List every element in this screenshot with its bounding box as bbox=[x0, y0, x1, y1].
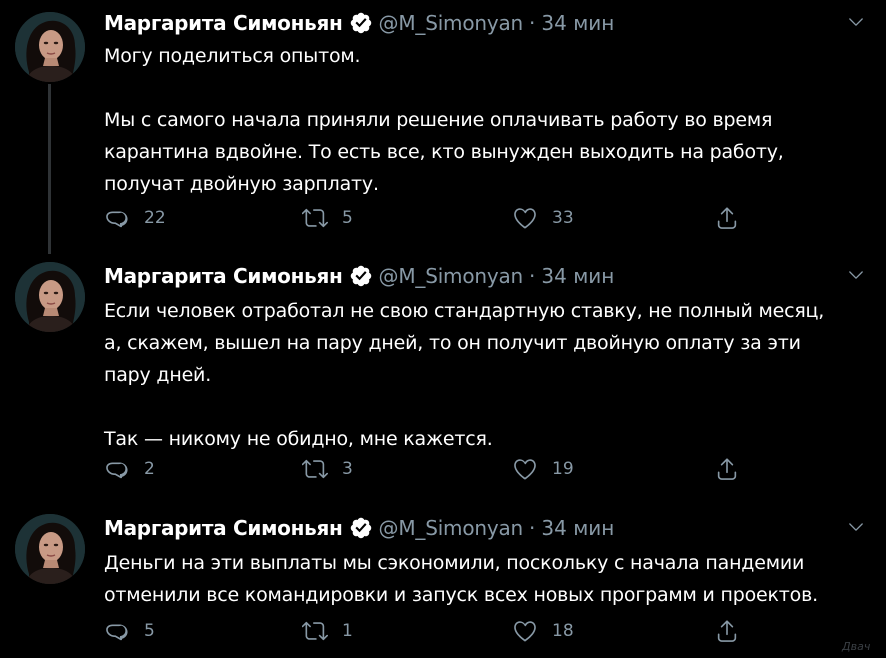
reply-icon bbox=[104, 205, 130, 231]
verified-badge-icon bbox=[349, 264, 373, 288]
tweet-paragraph: Если человек отработал не свою стандартн… bbox=[104, 300, 825, 386]
avatar-photo bbox=[15, 12, 85, 82]
watermark: Двач bbox=[842, 640, 871, 653]
heart-icon bbox=[512, 618, 538, 644]
thread-line bbox=[48, 84, 51, 254]
verified-badge-icon bbox=[349, 11, 373, 35]
chevron-down-icon[interactable] bbox=[846, 12, 866, 32]
retweet-button[interactable]: 3 bbox=[302, 454, 353, 484]
share-icon bbox=[714, 618, 740, 644]
chevron-down-icon[interactable] bbox=[846, 265, 866, 285]
tweet-header: Маргарита Симоньян @M_Simonyan · 34 мин bbox=[104, 8, 614, 38]
like-button[interactable]: 19 bbox=[512, 454, 574, 484]
chevron-down-icon[interactable] bbox=[846, 517, 866, 537]
timestamp[interactable]: 34 мин bbox=[541, 11, 614, 35]
tweet-paragraph: Так — никому не обидно, мне кажется. bbox=[104, 428, 493, 450]
separator: · bbox=[529, 11, 536, 35]
tweet-text: Могу поделиться опытом. Мы с самого нача… bbox=[104, 40, 864, 200]
retweet-count: 5 bbox=[342, 208, 353, 228]
share-button[interactable] bbox=[714, 454, 740, 484]
reply-count: 5 bbox=[144, 621, 155, 641]
tweet-actions: 5 1 18 bbox=[104, 616, 744, 646]
author-name[interactable]: Маргарита Симоньян bbox=[104, 516, 343, 540]
verified-badge-icon bbox=[349, 516, 373, 540]
separator: · bbox=[529, 264, 536, 288]
separator: · bbox=[529, 516, 536, 540]
tweet-paragraph: Мы с самого начала приняли решение оплач… bbox=[104, 109, 784, 195]
author-name[interactable]: Маргарита Симоньян bbox=[104, 264, 343, 288]
tweet-header: Маргарита Симоньян @M_Simonyan · 34 мин bbox=[104, 513, 614, 543]
tweet-text: Если человек отработал не свою стандартн… bbox=[104, 295, 864, 455]
like-count: 18 bbox=[552, 621, 574, 641]
reply-button[interactable]: 5 bbox=[104, 616, 155, 646]
timestamp[interactable]: 34 мин bbox=[541, 516, 614, 540]
tweet-header: Маргарита Симоньян @M_Simonyan · 34 мин bbox=[104, 261, 614, 291]
retweet-button[interactable]: 1 bbox=[302, 616, 353, 646]
reply-icon bbox=[104, 618, 130, 644]
tweet-paragraph: Могу поделиться опытом. bbox=[104, 45, 361, 67]
reply-button[interactable]: 22 bbox=[104, 203, 166, 233]
retweet-count: 3 bbox=[342, 459, 353, 479]
author-handle[interactable]: @M_Simonyan bbox=[379, 264, 524, 288]
reply-count: 22 bbox=[144, 208, 166, 228]
share-icon bbox=[714, 456, 740, 482]
heart-icon bbox=[512, 456, 538, 482]
tweet[interactable]: Маргарита Симоньян @M_Simonyan · 34 мин … bbox=[0, 0, 886, 254]
like-count: 19 bbox=[552, 459, 574, 479]
share-icon bbox=[714, 205, 740, 231]
author-handle[interactable]: @M_Simonyan bbox=[379, 516, 524, 540]
tweet-actions: 2 3 19 bbox=[104, 454, 744, 484]
reply-count: 2 bbox=[144, 459, 155, 479]
heart-icon bbox=[512, 205, 538, 231]
author-name[interactable]: Маргарита Симоньян bbox=[104, 11, 343, 35]
like-count: 33 bbox=[552, 208, 574, 228]
tweet[interactable]: Маргарита Симоньян @M_Simonyan · 34 мин … bbox=[0, 254, 886, 504]
share-button[interactable] bbox=[714, 616, 740, 646]
like-button[interactable]: 33 bbox=[512, 203, 574, 233]
retweet-button[interactable]: 5 bbox=[302, 203, 353, 233]
tweet-text: Деньги на эти выплаты мы сэкономили, пос… bbox=[104, 547, 864, 611]
retweet-count: 1 bbox=[342, 621, 353, 641]
retweet-icon bbox=[302, 618, 328, 644]
retweet-icon bbox=[302, 456, 328, 482]
like-button[interactable]: 18 bbox=[512, 616, 574, 646]
avatar-photo bbox=[15, 514, 85, 584]
avatar[interactable] bbox=[15, 514, 85, 584]
avatar-photo bbox=[15, 262, 85, 332]
reply-icon bbox=[104, 456, 130, 482]
tweet-paragraph: Деньги на эти выплаты мы сэкономили, пос… bbox=[104, 552, 818, 606]
timestamp[interactable]: 34 мин bbox=[541, 264, 614, 288]
reply-button[interactable]: 2 bbox=[104, 454, 155, 484]
retweet-icon bbox=[302, 205, 328, 231]
tweet[interactable]: Маргарита Симоньян @M_Simonyan · 34 мин … bbox=[0, 506, 886, 658]
avatar[interactable] bbox=[15, 12, 85, 82]
share-button[interactable] bbox=[714, 203, 740, 233]
author-handle[interactable]: @M_Simonyan bbox=[379, 11, 524, 35]
avatar[interactable] bbox=[15, 262, 85, 332]
tweet-actions: 22 5 33 bbox=[104, 203, 744, 233]
